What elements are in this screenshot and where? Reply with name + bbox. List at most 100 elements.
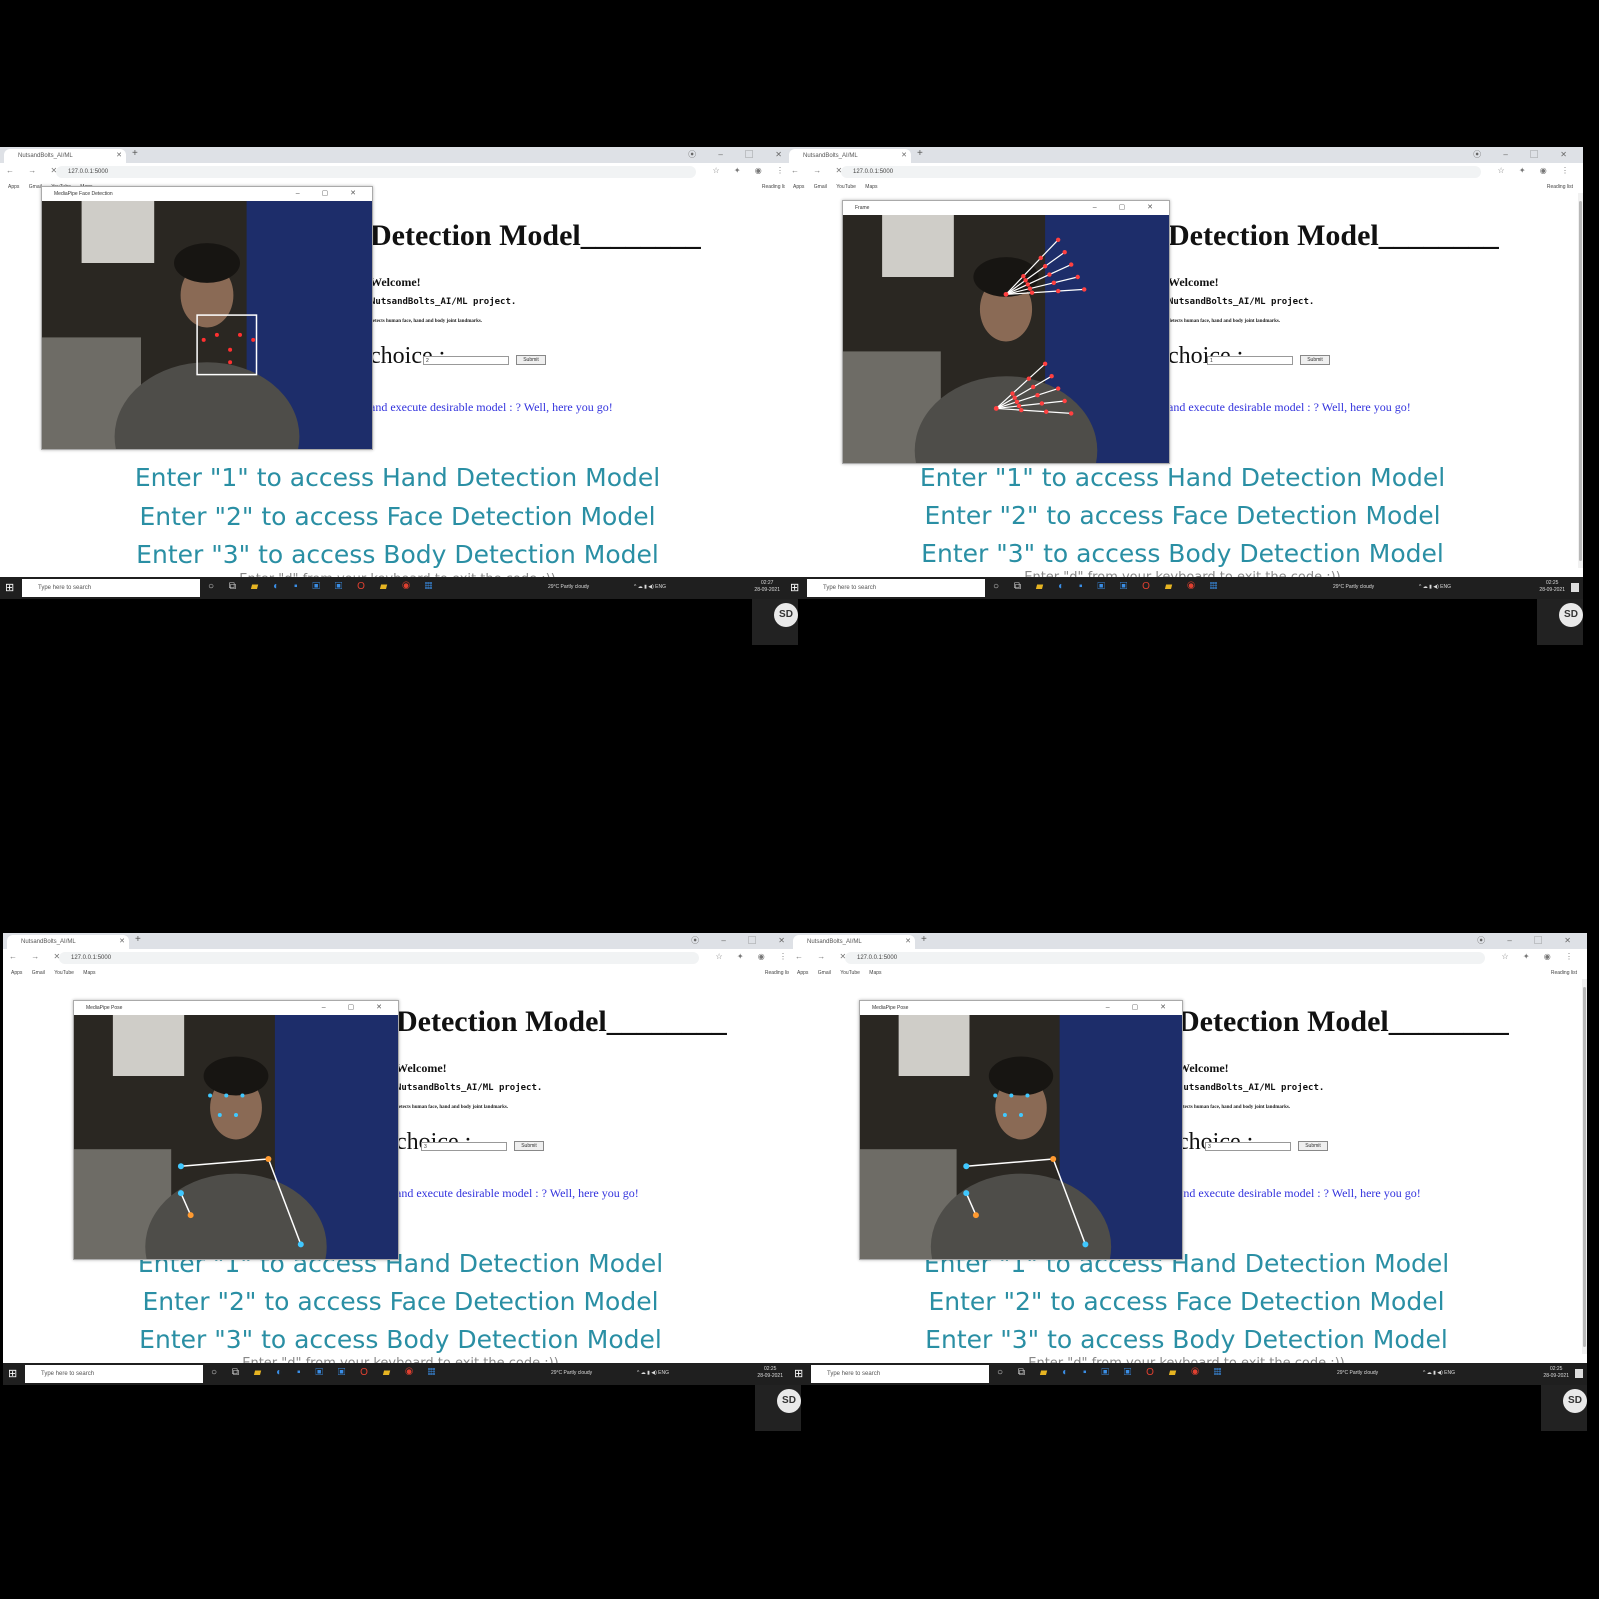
hand-landmark <box>993 406 999 411</box>
bookmark-apps[interactable]: Apps <box>797 967 808 979</box>
camera-window-titlebar[interactable]: MediaPipe Pose – ▢ ✕ <box>74 1001 398 1015</box>
hand-landmark <box>1023 278 1028 283</box>
nav-icons[interactable]: ← → ✕ <box>9 952 66 961</box>
camera-window[interactable]: Frame – ▢ ✕ <box>842 200 1170 525</box>
bookmark-gmail[interactable]: Gmail <box>29 181 42 193</box>
window-controls[interactable]: ⦿ – ▢ ✕ <box>1477 935 1581 946</box>
system-tray[interactable]: ^ ☁ ▮ ◀) ENG <box>634 584 666 590</box>
notification-icon[interactable] <box>1575 1369 1583 1378</box>
scrollbar[interactable] <box>1582 979 1587 1354</box>
submit-button[interactable]: Submit <box>516 355 546 365</box>
hand-landmark <box>1049 374 1054 379</box>
windows-start-icon[interactable]: ⊞ <box>8 1367 17 1380</box>
submit-button[interactable]: Submit <box>1300 355 1330 365</box>
window-controls[interactable]: ⦿ – ▢ ✕ <box>1473 149 1577 160</box>
choice-input[interactable]: 1 <box>1207 356 1293 365</box>
bookmark-gmail[interactable]: Gmail <box>32 967 45 979</box>
taskbar-app-icons[interactable]: ○ ⧉ ▰ ◐ ▪ ▣ ▣ O ▰ ◉ ▦ <box>997 1367 1227 1378</box>
taskbar-clock[interactable]: 02:25 28-09-2021 <box>1543 1366 1569 1380</box>
window-controls[interactable]: ⦿ – ▢ ✕ <box>688 149 792 160</box>
new-tab-icon[interactable]: + <box>135 934 141 945</box>
system-tray[interactable]: ^ ☁ ▮ ◀) ENG <box>1423 1370 1455 1376</box>
url-field[interactable]: 127.0.0.1:5000 <box>56 166 696 178</box>
tab-close-icon[interactable]: ✕ <box>905 935 911 949</box>
tab-bar: NutsandBolts_AI/ML ✕ + ⦿ – ▢ ✕ <box>3 933 801 949</box>
camera-window-titlebar[interactable]: MediaPipe Face Detection – ▢ ✕ <box>42 187 372 201</box>
new-tab-icon[interactable]: + <box>132 148 138 159</box>
taskbar-clock[interactable]: 02:25 28-09-2021 <box>1539 580 1565 594</box>
bookmark-gmail[interactable]: Gmail <box>814 181 827 193</box>
system-tray[interactable]: ^ ☁ ▮ ◀) ENG <box>1419 584 1451 590</box>
window-controls[interactable]: ⦿ – ▢ ✕ <box>691 935 795 946</box>
camera-window-controls[interactable]: – ▢ ✕ <box>296 187 366 201</box>
camera-window-controls[interactable]: – ▢ ✕ <box>1093 201 1163 215</box>
tab-close-icon[interactable]: ✕ <box>901 149 907 163</box>
page-title: Detection Model________ <box>1178 1005 1509 1038</box>
extensions-icon[interactable]: ☆ ✦ ◉ ⋮ <box>715 952 793 961</box>
choice-input[interactable]: 3 <box>1205 1142 1291 1151</box>
taskbar-app-icons[interactable]: ○ ⧉ ▰ ◐ ▪ ▣ ▣ O ▰ ◉ ▦ <box>993 581 1223 592</box>
weather-widget[interactable]: 29°C Partly cloudy <box>548 584 589 590</box>
taskbar-app-icons[interactable]: ○ ⧉ ▰ ◐ ▪ ▣ ▣ O ▰ ◉ ▦ <box>211 1367 441 1378</box>
taskbar-clock[interactable]: 02:25 28-09-2021 <box>757 1366 783 1380</box>
camera-window-titlebar[interactable]: MediaPipe Pose – ▢ ✕ <box>860 1001 1182 1015</box>
choice-input[interactable]: 2 <box>423 356 509 365</box>
bookmark-youtube[interactable]: YouTube <box>836 181 856 193</box>
taskbar-search[interactable]: Type here to search <box>811 1365 989 1383</box>
camera-window[interactable]: MediaPipe Pose – ▢ ✕ <box>73 1000 399 1320</box>
taskbar-search[interactable]: Type here to search <box>22 579 200 597</box>
bookmark-apps[interactable]: Apps <box>793 181 804 193</box>
bookmark-maps[interactable]: Maps <box>865 181 877 193</box>
bookmark-youtube[interactable]: YouTube <box>54 967 74 979</box>
bookmark-apps[interactable]: Apps <box>8 181 19 193</box>
windows-start-icon[interactable]: ⊞ <box>790 581 799 594</box>
camera-window[interactable]: MediaPipe Pose – ▢ ✕ <box>859 1000 1183 1320</box>
extensions-icon[interactable]: ☆ ✦ ◉ ⋮ <box>712 166 790 175</box>
taskbar-search[interactable]: Type here to search <box>25 1365 203 1383</box>
camera-window-controls[interactable]: – ▢ ✕ <box>322 1001 392 1015</box>
taskbar-app-icons[interactable]: ○ ⧉ ▰ ◐ ▪ ▣ ▣ O ▰ ◉ ▦ <box>208 581 438 592</box>
reading-list[interactable]: Reading list <box>1547 181 1573 193</box>
bookmark-maps[interactable]: Maps <box>869 967 881 979</box>
url-field[interactable]: 127.0.0.1:5000 <box>59 952 699 964</box>
browser-tab[interactable]: NutsandBolts_AI/ML ✕ <box>789 149 911 163</box>
new-tab-icon[interactable]: + <box>917 148 923 159</box>
nav-icons[interactable]: ← → ✕ <box>791 166 848 175</box>
camera-window-controls[interactable]: – ▢ ✕ <box>1106 1001 1176 1015</box>
camera-window[interactable]: MediaPipe Face Detection – ▢ ✕ <box>41 186 373 511</box>
bookmark-apps[interactable]: Apps <box>11 967 22 979</box>
system-tray[interactable]: ^ ☁ ▮ ◀) ENG <box>637 1370 669 1376</box>
weather-widget[interactable]: 29°C Partly cloudy <box>1337 1370 1378 1376</box>
participant-badge: SD <box>1537 599 1583 645</box>
choice-input[interactable]: 3 <box>421 1142 507 1151</box>
submit-button[interactable]: Submit <box>1298 1141 1328 1151</box>
new-tab-icon[interactable]: + <box>921 934 927 945</box>
browser-tab[interactable]: NutsandBolts_AI/ML ✕ <box>7 935 129 949</box>
taskbar-search[interactable]: Type here to search <box>807 579 985 597</box>
weather-widget[interactable]: 29°C Partly cloudy <box>1333 584 1374 590</box>
windows-start-icon[interactable]: ⊞ <box>5 581 14 594</box>
extensions-icon[interactable]: ☆ ✦ ◉ ⋮ <box>1497 166 1575 175</box>
notification-icon[interactable] <box>1571 583 1579 592</box>
reading-list[interactable]: Reading list <box>1551 967 1577 979</box>
camera-window-titlebar[interactable]: Frame – ▢ ✕ <box>843 201 1169 215</box>
scrollbar[interactable] <box>1578 193 1583 568</box>
pose-landmark <box>963 1163 970 1170</box>
url-field[interactable]: 127.0.0.1:5000 <box>841 166 1481 178</box>
weather-widget[interactable]: 29°C Partly cloudy <box>551 1370 592 1376</box>
taskbar-clock[interactable]: 02:27 28-09-2021 <box>754 580 780 594</box>
url-field[interactable]: 127.0.0.1:5000 <box>845 952 1485 964</box>
tab-close-icon[interactable]: ✕ <box>119 935 125 949</box>
windows-start-icon[interactable]: ⊞ <box>794 1367 803 1380</box>
browser-tab[interactable]: NutsandBolts_AI/ML ✕ <box>4 149 126 163</box>
extensions-icon[interactable]: ☆ ✦ ◉ ⋮ <box>1501 952 1579 961</box>
nav-icons[interactable]: ← → ✕ <box>795 952 852 961</box>
bookmark-maps[interactable]: Maps <box>83 967 95 979</box>
bookmark-gmail[interactable]: Gmail <box>818 967 831 979</box>
reading-list[interactable]: Reading list <box>765 967 791 979</box>
submit-button[interactable]: Submit <box>514 1141 544 1151</box>
bookmark-youtube[interactable]: YouTube <box>840 967 860 979</box>
nav-icons[interactable]: ← → ✕ <box>6 166 63 175</box>
browser-tab[interactable]: NutsandBolts_AI/ML ✕ <box>793 935 915 949</box>
tab-close-icon[interactable]: ✕ <box>116 149 122 163</box>
